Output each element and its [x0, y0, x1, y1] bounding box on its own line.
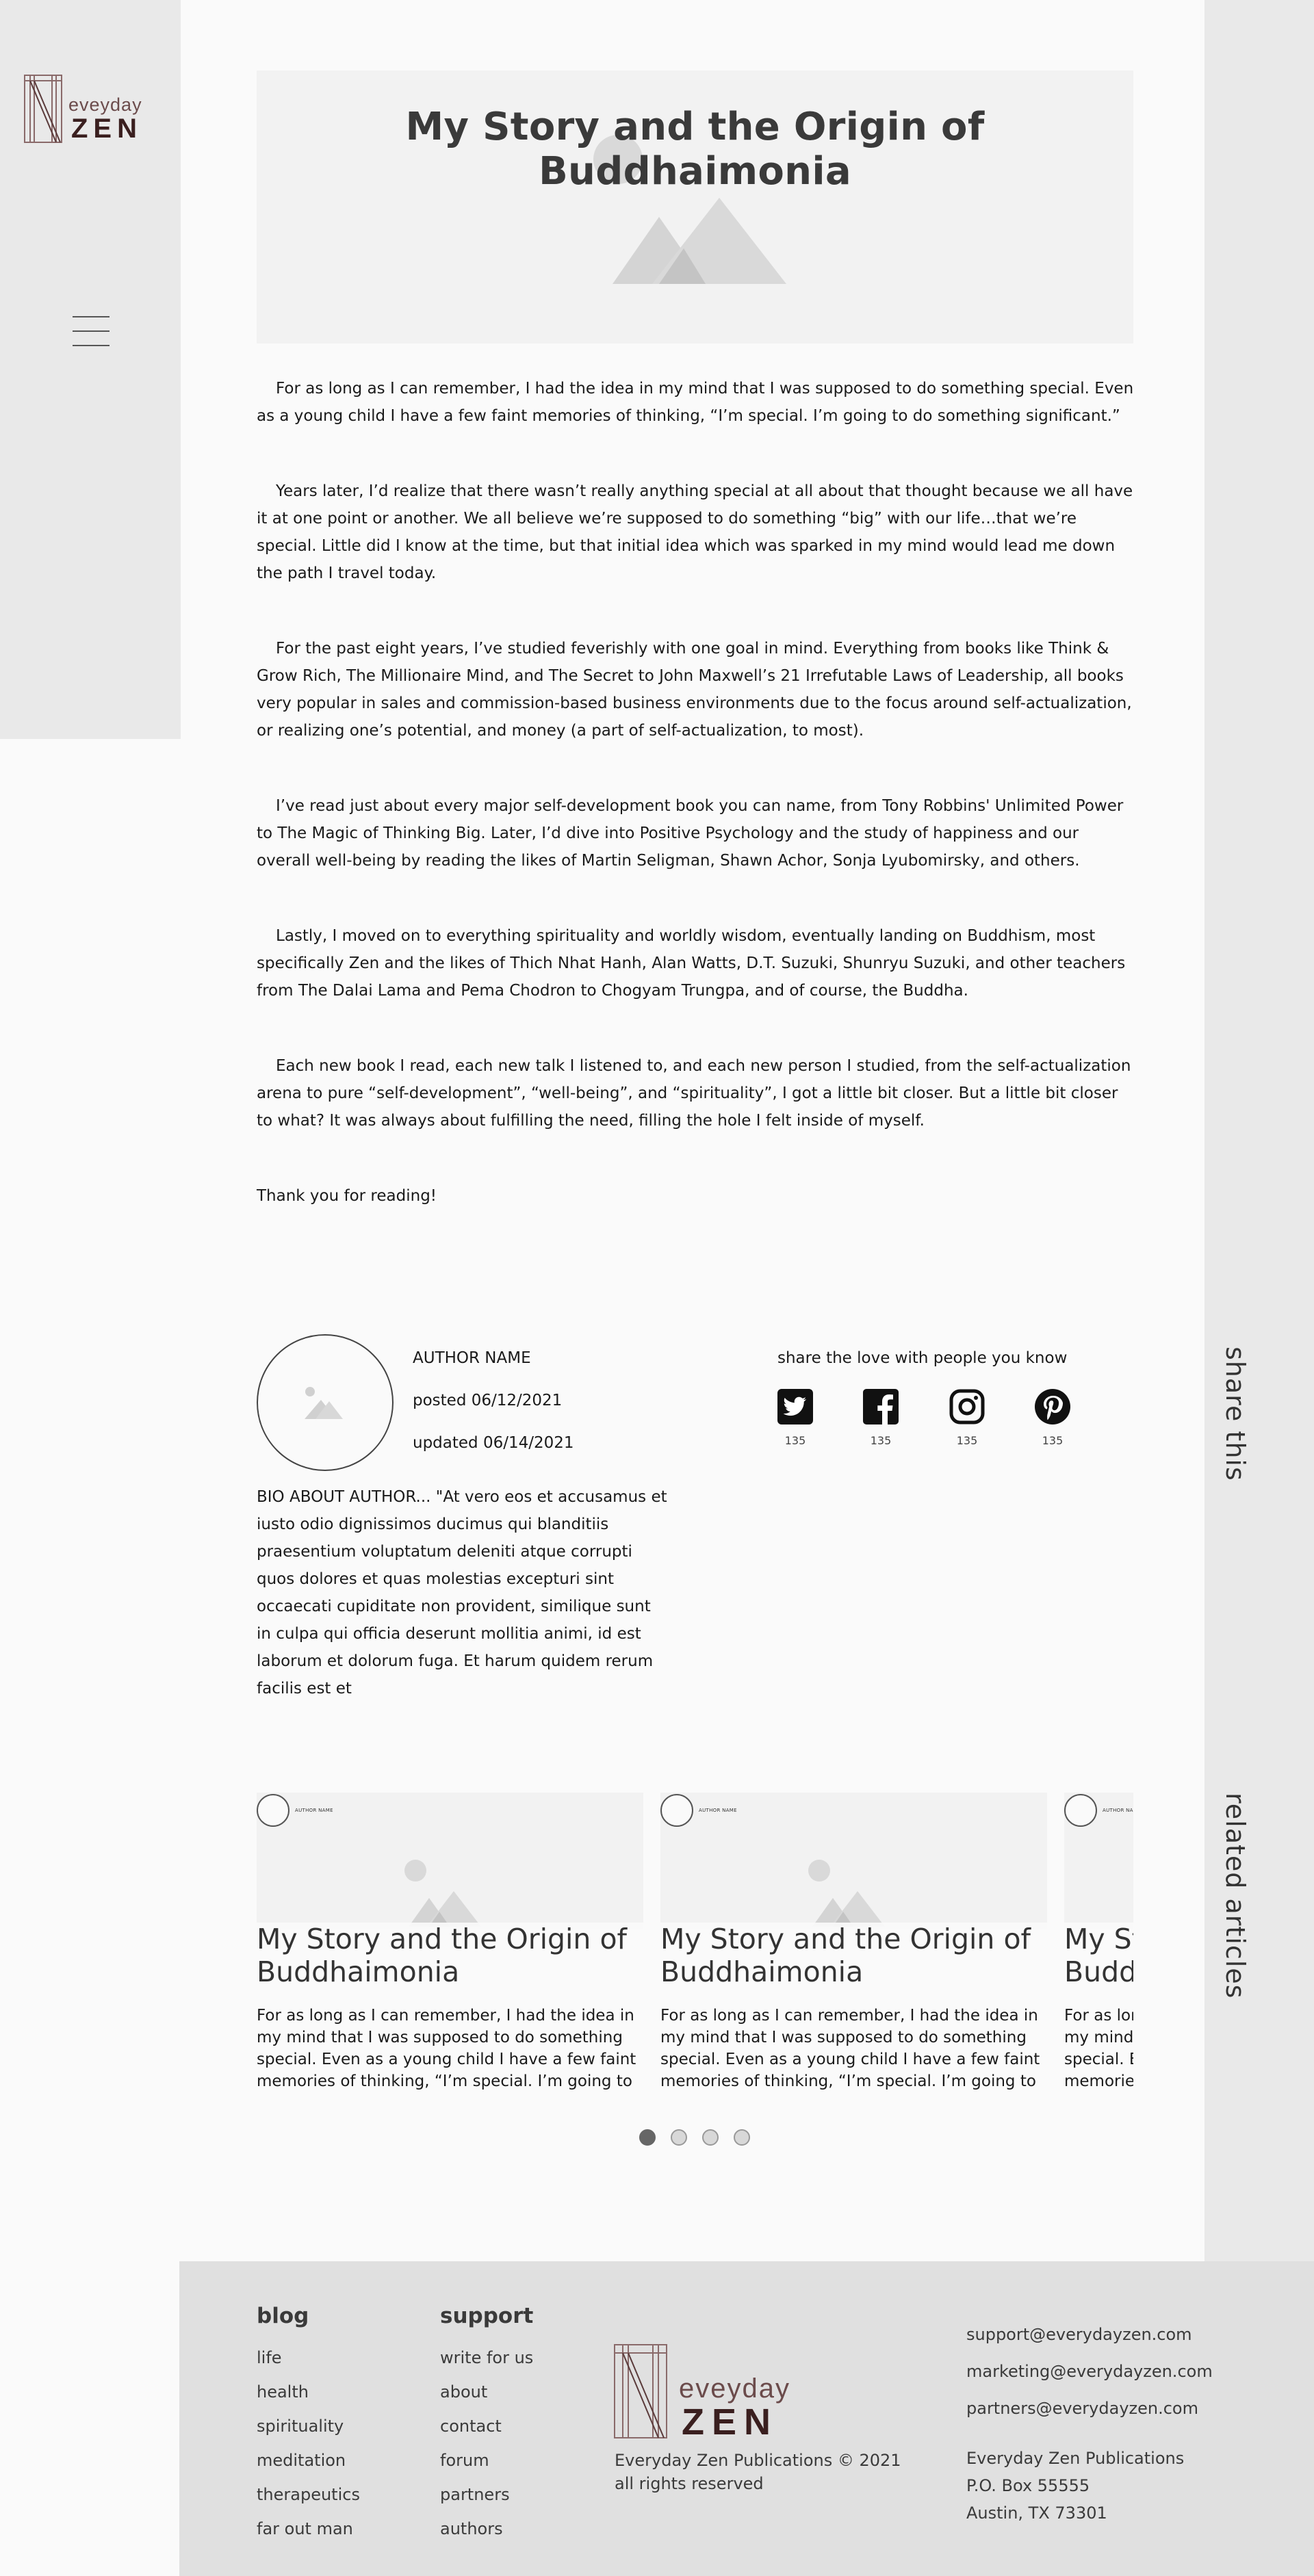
card-title[interactable]: My Story and the Origin of Buddhaimonia — [1064, 1923, 1133, 1988]
address-line: Austin, TX 73301 — [966, 2503, 1107, 2523]
card-excerpt: For as long as I can remember, I had the… — [1064, 2007, 1133, 2090]
avatar-placeholder-icon — [305, 1387, 343, 1419]
card-author-name: AUTHOR NAME — [699, 1808, 737, 1813]
footer-contact: support@everydayzen.com marketing@everyd… — [966, 2316, 1213, 2527]
footer-link-authors[interactable]: authors — [440, 2512, 533, 2546]
pinterest-icon — [1035, 1389, 1070, 1424]
address-line: P.O. Box 55555 — [966, 2476, 1090, 2495]
hamburger-line — [73, 345, 110, 346]
carousel-dot[interactable] — [671, 2129, 687, 2146]
share-facebook-button[interactable]: 135 — [860, 1389, 901, 1447]
share-title: share the love with people you know — [777, 1349, 1068, 1367]
author-name[interactable]: AUTHOR NAME — [413, 1349, 531, 1367]
card-image — [257, 1793, 643, 1929]
footer-link-health[interactable]: health — [257, 2375, 360, 2409]
footer-link-far-out-man[interactable]: far out man — [257, 2512, 360, 2546]
card-author-avatar — [257, 1794, 289, 1827]
hamburger-icon — [73, 316, 110, 317]
logo-word-top: eveyday — [679, 2373, 790, 2404]
footer-copyright: Everyday Zen Publications © 2021 all rig… — [615, 2449, 901, 2495]
image-placeholder-icon — [404, 1860, 481, 1927]
share-count: 135 — [1042, 1434, 1064, 1447]
card-author-avatar — [660, 1794, 693, 1827]
article-paragraph: Years later, I’d realize that there wasn… — [257, 482, 1133, 582]
article-closing: Thank you for reading! — [257, 1187, 437, 1205]
carousel-dot[interactable] — [639, 2129, 656, 2146]
share-pinterest-button[interactable]: 135 — [1032, 1389, 1073, 1447]
footer-link-therapeutics[interactable]: therapeutics — [257, 2477, 360, 2512]
share-count: 135 — [870, 1434, 892, 1447]
related-card[interactable]: AUTHOR NAME My Story and the Origin of B… — [257, 1793, 643, 2094]
logo-word-top: eveyday — [68, 94, 142, 115]
page-title: My Story and the Origin of Buddhaimonia — [405, 105, 985, 194]
footer-support-column: support write for us about contact forum… — [440, 2304, 533, 2546]
article-paragraph: For the past eight years, I’ve studied f… — [257, 640, 1132, 740]
menu-button[interactable] — [73, 316, 110, 346]
footer-logo[interactable]: eveyday ZEN — [613, 2343, 805, 2443]
related-card[interactable]: AUTHOR NAME My Story and the Origin of B… — [660, 1793, 1047, 2094]
twitter-icon — [777, 1389, 813, 1424]
footer-link-write-for-us[interactable]: write for us — [440, 2341, 533, 2375]
logo-word-bottom: ZEN — [682, 2402, 778, 2443]
related-card[interactable]: AUTHOR NAME My Story and the Origin of B… — [1064, 1793, 1133, 2094]
hamburger-line — [73, 330, 110, 332]
card-author-avatar — [1064, 1794, 1097, 1827]
card-title[interactable]: My Story and the Origin of Buddhaimonia — [660, 1923, 1047, 1988]
footer-support-heading: support — [440, 2304, 534, 2328]
article-paragraph: Lastly, I moved on to everything spiritu… — [257, 927, 1126, 1000]
rights-text: all rights reserved — [615, 2474, 764, 2493]
logo-word-bottom: ZEN — [71, 114, 142, 144]
article-paragraph: Each new book I read, each new talk I li… — [257, 1057, 1131, 1130]
footer-link-forum[interactable]: forum — [440, 2443, 533, 2477]
share-instagram-button[interactable]: 135 — [946, 1389, 988, 1447]
footer-link-meditation[interactable]: meditation — [257, 2443, 360, 2477]
address-line: Everyday Zen Publications — [966, 2449, 1185, 2468]
carousel-dot[interactable] — [702, 2129, 719, 2146]
footer-email-support[interactable]: support@everydayzen.com — [966, 2316, 1213, 2353]
author-avatar[interactable] — [257, 1334, 394, 1471]
article-body: For as long as I can remember, I had the… — [257, 375, 1136, 1258]
card-image — [660, 1793, 1047, 1929]
card-author-name: AUTHOR NAME — [1103, 1808, 1133, 1813]
related-articles-label[interactable]: related articles — [1220, 1793, 1250, 1999]
image-placeholder-icon — [808, 1860, 885, 1927]
footer-link-about[interactable]: about — [440, 2375, 533, 2409]
card-excerpt: For as long as I can remember, I had the… — [660, 2007, 1040, 2090]
article-paragraph: For as long as I can remember, I had the… — [257, 380, 1134, 425]
card-title[interactable]: My Story and the Origin of Buddhaimonia — [257, 1923, 643, 1988]
share-twitter-button[interactable]: 135 — [775, 1389, 816, 1447]
carousel-dot[interactable] — [734, 2129, 750, 2146]
posted-date: posted 06/12/2021 — [413, 1392, 563, 1409]
footer-blog-heading: blog — [257, 2304, 309, 2328]
instagram-icon — [949, 1389, 985, 1424]
footer-email-marketing[interactable]: marketing@everydayzen.com — [966, 2353, 1213, 2390]
hero-image: My Story and the Origin of Buddhaimonia — [257, 70, 1133, 343]
share-this-label[interactable]: share this — [1220, 1346, 1250, 1481]
updated-date: updated 06/14/2021 — [413, 1434, 574, 1452]
footer-blog-column: blog life health spirituality meditation… — [257, 2304, 360, 2546]
footer-address: Everyday Zen Publications P.O. Box 55555… — [966, 2445, 1213, 2527]
article-paragraph: I’ve read just about every major self-de… — [257, 797, 1124, 870]
logo-mark-icon — [614, 2344, 667, 2438]
copyright-text: Everyday Zen Publications © 2021 — [615, 2451, 901, 2470]
card-author-name: AUTHOR NAME — [295, 1808, 333, 1813]
footer-link-partners[interactable]: partners — [440, 2477, 533, 2512]
site-footer: blog life health spirituality meditation… — [179, 2261, 1314, 2576]
card-excerpt: For as long as I can remember, I had the… — [257, 2007, 636, 2090]
footer-email-partners[interactable]: partners@everydayzen.com — [966, 2390, 1213, 2427]
footer-link-spirituality[interactable]: spirituality — [257, 2409, 360, 2443]
related-carousel[interactable]: AUTHOR NAME My Story and the Origin of B… — [257, 1793, 1133, 2094]
facebook-icon — [863, 1389, 899, 1424]
author-bio: BIO ABOUT AUTHOR... "At vero eos et accu… — [257, 1488, 667, 1697]
footer-link-contact[interactable]: contact — [440, 2409, 533, 2443]
footer-link-life[interactable]: life — [257, 2341, 360, 2375]
logo-mark-icon — [24, 75, 62, 143]
share-count: 135 — [956, 1434, 978, 1447]
share-count: 135 — [784, 1434, 806, 1447]
site-logo[interactable]: eveyday ZEN — [23, 74, 153, 145]
